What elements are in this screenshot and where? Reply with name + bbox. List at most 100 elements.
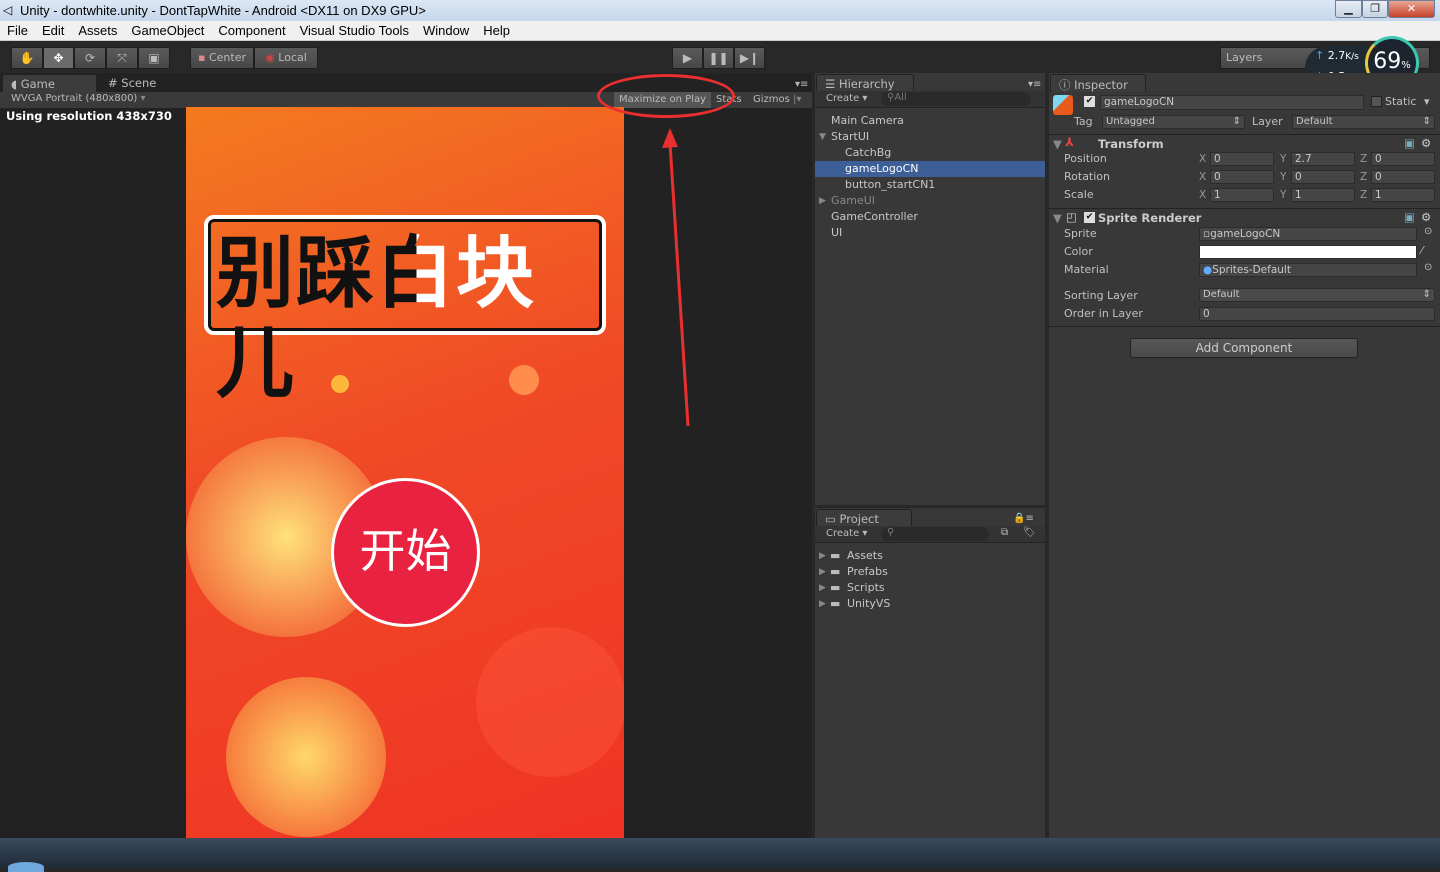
tab-project[interactable]: ▭ Project xyxy=(816,509,912,527)
transform-y-input[interactable]: 1 xyxy=(1291,188,1355,202)
hierarchy-item[interactable]: gameLogoCN xyxy=(815,161,1045,177)
lock-and-menu-icon[interactable]: 🔒≡ xyxy=(1013,513,1034,524)
upload-arrow-icon: ↑ xyxy=(1315,49,1325,62)
menu-gameobject[interactable]: GameObject xyxy=(131,21,204,40)
sprite-renderer-enabled-checkbox[interactable]: ✔ xyxy=(1084,212,1095,223)
object-name-input[interactable]: gameLogoCN xyxy=(1100,95,1364,110)
tab-game[interactable]: ◖ Game xyxy=(2,74,97,92)
hierarchy-item-label: UI xyxy=(831,226,843,239)
help-icon[interactable]: ▣ xyxy=(1404,136,1415,150)
scale-tool-icon[interactable]: ⤧ xyxy=(106,47,138,69)
pause-button[interactable]: ❚❚ xyxy=(703,47,734,69)
play-button[interactable]: ▶ xyxy=(672,47,703,69)
material-field[interactable]: ●Sprites-Default xyxy=(1199,263,1417,277)
game-logo: 别踩白块儿 xyxy=(204,215,606,409)
maximize-button[interactable]: ❐ xyxy=(1362,0,1388,18)
resolution-dropdown[interactable]: WVGA Portrait (480x800) ▾ xyxy=(11,93,166,104)
start-orb-icon[interactable] xyxy=(8,862,44,872)
transform-x-input[interactable]: 0 xyxy=(1210,170,1274,184)
foldout-arrow-icon[interactable]: ▶ xyxy=(819,193,826,209)
static-checkbox[interactable] xyxy=(1371,96,1382,107)
menu-assets[interactable]: Assets xyxy=(78,21,117,40)
move-tool-icon[interactable]: ✥ xyxy=(43,47,74,69)
project-folder[interactable]: ▶ ▬ Prefabs xyxy=(815,564,1045,580)
object-picker-icon[interactable]: ⊙ xyxy=(1424,226,1432,237)
object-picker-icon[interactable]: ⊙ xyxy=(1424,262,1432,273)
transform-x-input[interactable]: 1 xyxy=(1210,188,1274,202)
filter-label-icon[interactable]: 🏷 xyxy=(1023,527,1036,538)
menu-component[interactable]: Component xyxy=(218,21,285,40)
hierarchy-item[interactable]: ▼ StartUI xyxy=(815,129,1045,145)
transform-y-input[interactable]: 2.7 xyxy=(1291,152,1355,166)
transform-header[interactable]: ▼ ⅄ Transform ▣ ⚙ xyxy=(1049,134,1440,152)
project-create-button[interactable]: Create ▾ xyxy=(826,528,867,539)
tab-inspector[interactable]: ⓘ Inspector xyxy=(1050,74,1146,92)
project-search-input[interactable]: ⚲ xyxy=(881,527,989,541)
hierarchy-create-button[interactable]: Create ▾ xyxy=(826,93,867,104)
foldout-arrow-icon[interactable]: ▼ xyxy=(819,129,826,145)
hierarchy-item[interactable]: ▶ GameUI xyxy=(815,193,1045,209)
pivot-local-button[interactable]: ◉ Local xyxy=(254,47,318,69)
panel-menu-icon[interactable]: ▾≡ xyxy=(1028,79,1041,90)
menu-help[interactable]: Help xyxy=(483,21,510,40)
layer-dropdown[interactable]: Default ⇕ xyxy=(1292,115,1435,129)
transform-z-input[interactable]: 1 xyxy=(1371,188,1435,202)
add-component-button[interactable]: Add Component xyxy=(1130,338,1358,358)
color-field[interactable] xyxy=(1199,245,1417,259)
gear-icon[interactable]: ⚙ xyxy=(1421,136,1431,150)
static-dropdown-icon[interactable]: ▾ xyxy=(1424,95,1430,108)
foldout-arrow-icon[interactable]: ▶ xyxy=(819,548,826,564)
game-viewport[interactable]: 别踩白块儿 开始 xyxy=(186,107,624,838)
project-folder[interactable]: ▶ ▬ UnityVS xyxy=(815,596,1045,612)
help-icon[interactable]: ▣ xyxy=(1404,210,1415,224)
foldout-arrow-icon[interactable]: ▶ xyxy=(819,564,826,580)
hand-tool-icon[interactable]: ✋ xyxy=(11,47,43,69)
transform-row-label: Position xyxy=(1064,152,1107,165)
transform-x-input[interactable]: 0 xyxy=(1210,152,1274,166)
folder-icon: ▬ xyxy=(830,565,841,578)
gear-icon[interactable]: ⚙ xyxy=(1421,210,1431,224)
panel-menu-icon[interactable]: ▾≡ xyxy=(795,79,808,90)
order-in-layer-input[interactable]: 0 xyxy=(1199,307,1435,321)
hierarchy-item[interactable]: CatchBg xyxy=(815,145,1045,161)
sorting-layer-dropdown[interactable]: Default ⇕ xyxy=(1199,288,1435,302)
menu-file[interactable]: File xyxy=(7,21,28,40)
project-folder[interactable]: ▶ ▬ Scripts xyxy=(815,580,1045,596)
transform-z-input[interactable]: 0 xyxy=(1371,152,1435,166)
menu-visual-studio-tools[interactable]: Visual Studio Tools xyxy=(300,21,409,40)
step-button[interactable]: ▶❙ xyxy=(734,47,765,69)
rect-tool-icon[interactable]: ▣ xyxy=(138,47,170,69)
project-folder[interactable]: ▶ ▬ Assets xyxy=(815,548,1045,564)
filter-type-icon[interactable]: ⧉ xyxy=(1001,527,1008,538)
rotate-tool-icon[interactable]: ⟳ xyxy=(74,47,106,69)
sprite-field[interactable]: ▫gameLogoCN xyxy=(1199,227,1417,241)
hierarchy-item-label: GameController xyxy=(831,210,918,223)
window-title: Unity - dontwhite.unity - DontTapWhite -… xyxy=(20,3,426,18)
foldout-arrow-icon[interactable]: ▶ xyxy=(819,596,826,612)
menu-edit[interactable]: Edit xyxy=(42,21,64,40)
hierarchy-item[interactable]: Main Camera xyxy=(815,113,1045,129)
hierarchy-item[interactable]: button_startCN1 xyxy=(815,177,1045,193)
sprite-renderer-header[interactable]: ▼ ◰ ✔ Sprite Renderer ▣ ⚙ xyxy=(1049,208,1440,226)
axis-label: Z xyxy=(1360,189,1368,201)
gizmos-dropdown[interactable]: Gizmos |▾ xyxy=(753,94,801,105)
eyedropper-icon[interactable]: ⁄ xyxy=(1421,244,1423,257)
foldout-arrow-icon[interactable]: ▶ xyxy=(819,580,826,596)
tag-label: Tag xyxy=(1074,115,1093,128)
hierarchy-item[interactable]: GameController xyxy=(815,209,1045,225)
pivot-center-button[interactable]: ▪ Center xyxy=(190,47,254,69)
tag-dropdown[interactable]: Untagged ⇕ xyxy=(1102,115,1245,129)
tab-scene[interactable]: # Scene xyxy=(108,76,156,90)
transform-z-input[interactable]: 0 xyxy=(1371,170,1435,184)
start-button[interactable]: 开始 xyxy=(331,478,480,627)
hierarchy-item[interactable]: UI xyxy=(815,225,1045,241)
divider xyxy=(1049,326,1440,327)
menu-window[interactable]: Window xyxy=(423,21,469,40)
tab-hierarchy[interactable]: ☰ Hierarchy xyxy=(816,74,914,92)
hierarchy-search-input[interactable]: ⚲All xyxy=(881,92,1031,106)
minimize-button[interactable]: ▁ xyxy=(1335,0,1362,18)
close-button[interactable]: ✕ xyxy=(1388,0,1435,18)
active-checkbox[interactable]: ✔ xyxy=(1084,96,1095,107)
toolbar: ✋ ✥ ⟳ ⤧ ▣ ▪ Center ◉ Local ▶ ❚❚ ▶❙ Layer… xyxy=(0,36,1440,90)
transform-y-input[interactable]: 0 xyxy=(1291,170,1355,184)
